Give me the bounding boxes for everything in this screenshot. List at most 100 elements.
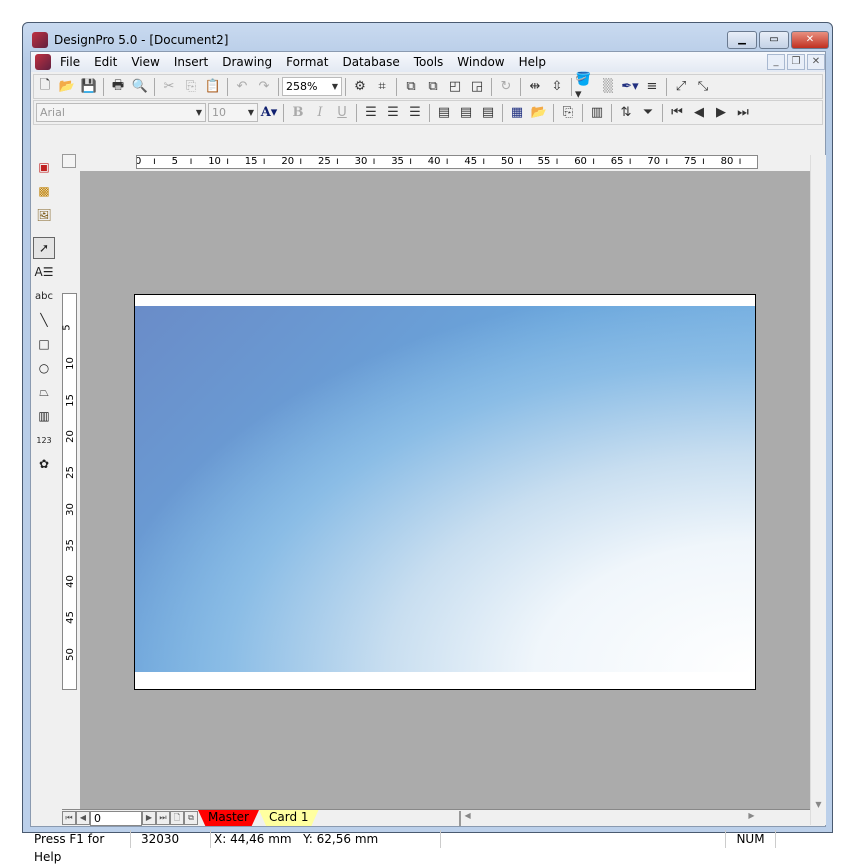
rotate-icon[interactable]: ↻ xyxy=(495,77,517,97)
insert-object-icon[interactable]: ▩ xyxy=(33,180,55,202)
status-bar: Press F1 for Help 32030 X: 44,46 mm Y: 6… xyxy=(31,829,825,864)
maximize-button[interactable]: ▭ xyxy=(759,31,789,49)
polygon-tool-icon[interactable]: ⏢ xyxy=(33,381,55,403)
pattern-icon[interactable]: ▒ xyxy=(597,77,619,97)
chevron-down-icon: ▼ xyxy=(331,82,338,91)
horizontal-scrollbar[interactable]: ◀ ▶ xyxy=(458,810,759,826)
menu-drawing[interactable]: Drawing xyxy=(215,55,279,69)
filter-icon[interactable]: ⏷ xyxy=(637,103,659,123)
mdi-minimize-button[interactable]: _ xyxy=(767,54,785,70)
menu-tools[interactable]: Tools xyxy=(407,55,451,69)
menu-file[interactable]: File xyxy=(53,55,87,69)
record-view-icon[interactable]: ▥ xyxy=(586,103,608,123)
align-center-icon[interactable]: ☰ xyxy=(382,103,404,123)
save-icon[interactable]: 💾 xyxy=(78,77,100,97)
menu-format[interactable]: Format xyxy=(279,55,335,69)
insert-image-icon[interactable]: 🖼 xyxy=(33,204,55,226)
numbering-tool-icon[interactable]: 123 xyxy=(33,429,55,451)
next-page-icon[interactable]: ▶ xyxy=(142,811,156,825)
fill-color-icon[interactable]: 🪣▾ xyxy=(575,72,597,102)
bring-to-front-icon[interactable]: ⧉ xyxy=(400,77,422,97)
line-color-icon[interactable]: ✒▾ xyxy=(619,77,641,97)
lock-size-icon[interactable]: ⤡ xyxy=(692,77,714,97)
font-size-select[interactable]: 10 ▼ xyxy=(208,103,258,122)
print-preview-icon[interactable]: 🔍 xyxy=(129,77,151,97)
ruler-tick: ı xyxy=(262,156,266,167)
align-left-icon[interactable]: ☰ xyxy=(360,103,382,123)
copy-icon[interactable]: ⎘ xyxy=(180,77,202,97)
minimize-button[interactable]: ▁ xyxy=(727,31,757,49)
clipart-tool-icon[interactable]: ✿ xyxy=(33,453,55,475)
first-record-icon[interactable]: ⏮ xyxy=(666,103,688,123)
vertical-scrollbar[interactable]: ▼ xyxy=(810,155,826,825)
curved-text-tool-icon[interactable]: abc xyxy=(33,285,55,307)
close-button[interactable]: ✕ xyxy=(791,31,829,49)
menu-database[interactable]: Database xyxy=(335,55,406,69)
prev-page-icon[interactable]: ◀ xyxy=(76,811,90,825)
flip-horizontal-icon[interactable]: ⇹ xyxy=(524,77,546,97)
crop-icon[interactable]: ⌗ xyxy=(371,77,393,97)
label-page[interactable] xyxy=(134,294,756,690)
last-record-icon[interactable]: ⏭ xyxy=(732,103,754,123)
menu-help[interactable]: Help xyxy=(512,55,553,69)
underline-button[interactable]: U xyxy=(331,103,353,123)
tab-card-1[interactable]: Card 1 xyxy=(258,810,319,826)
doc-icon[interactable] xyxy=(35,54,51,70)
duplicate-page-icon[interactable]: ⧉ xyxy=(184,811,198,825)
valign-bottom-icon[interactable]: ▤ xyxy=(477,103,499,123)
italic-button[interactable]: I xyxy=(309,103,331,123)
prev-record-icon[interactable]: ◀ xyxy=(688,103,710,123)
fit-icon[interactable]: ⤢ xyxy=(670,77,692,97)
line-style-icon[interactable]: ≡ xyxy=(641,77,663,97)
barcode-tool-icon[interactable]: ▥ xyxy=(33,405,55,427)
mdi-close-button[interactable]: ✕ xyxy=(807,54,825,70)
menu-view[interactable]: View xyxy=(124,55,166,69)
first-page-icon[interactable]: ⏮ xyxy=(62,811,76,825)
valign-middle-icon[interactable]: ▤ xyxy=(455,103,477,123)
bold-button[interactable]: B xyxy=(287,103,309,123)
scroll-down-icon[interactable]: ▼ xyxy=(811,800,826,809)
cut-icon[interactable]: ✂ xyxy=(158,77,180,97)
background-image[interactable] xyxy=(135,306,755,672)
text-tool-icon[interactable]: A☰ xyxy=(33,261,55,283)
menu-insert[interactable]: Insert xyxy=(167,55,215,69)
menu-edit[interactable]: Edit xyxy=(87,55,124,69)
open-icon[interactable]: 📂 xyxy=(56,77,78,97)
send-to-back-icon[interactable]: ⧉ xyxy=(422,77,444,97)
sort-icon[interactable]: ⇅ xyxy=(615,103,637,123)
flip-vertical-icon[interactable]: ⇳ xyxy=(546,77,568,97)
line-tool-icon[interactable]: ╲ xyxy=(33,309,55,331)
align-right-icon[interactable]: ☰ xyxy=(404,103,426,123)
valign-top-icon[interactable]: ▤ xyxy=(433,103,455,123)
select-tool-icon[interactable]: ➚ xyxy=(33,237,55,259)
ruler-tick-label: 45 xyxy=(64,611,76,625)
properties-icon[interactable]: ⚙ xyxy=(349,77,371,97)
mdi-restore-button[interactable]: ❐ xyxy=(787,54,805,70)
zoom-select[interactable]: 258% ▼ xyxy=(282,77,342,96)
redo-icon[interactable]: ↷ xyxy=(253,77,275,97)
font-color-button[interactable]: A ▾ xyxy=(258,103,280,123)
rectangle-tool-icon[interactable]: □ xyxy=(33,333,55,355)
new-database-icon[interactable]: ▦ xyxy=(506,103,528,123)
add-page-icon[interactable]: 🗋 xyxy=(170,811,184,825)
ruler-tick-label: 8 xyxy=(757,156,758,167)
send-backward-icon[interactable]: ◲ xyxy=(466,77,488,97)
menu-window[interactable]: Window xyxy=(450,55,511,69)
tab-master[interactable]: Master xyxy=(198,810,259,826)
design-canvas[interactable] xyxy=(80,171,810,809)
last-page-icon[interactable]: ⏭ xyxy=(156,811,170,825)
ruler-tick: ı xyxy=(189,156,193,167)
next-record-icon[interactable]: ▶ xyxy=(710,103,732,123)
open-database-icon[interactable]: 📂 xyxy=(528,103,550,123)
layers-icon[interactable]: ▣ xyxy=(33,156,55,178)
page-number-input[interactable]: 0 xyxy=(90,810,142,826)
menu-bar: File Edit View Insert Drawing Format Dat… xyxy=(31,52,825,72)
undo-icon[interactable]: ↶ xyxy=(231,77,253,97)
ellipse-tool-icon[interactable]: ○ xyxy=(33,357,55,379)
font-select[interactable]: Arial ▼ xyxy=(36,103,206,122)
merge-field-icon[interactable]: ⎘ xyxy=(557,103,579,123)
paste-icon[interactable]: 📋 xyxy=(202,77,224,97)
bring-forward-icon[interactable]: ◰ xyxy=(444,77,466,97)
print-icon[interactable]: 🖶 xyxy=(107,77,129,97)
new-icon[interactable]: 🗋 xyxy=(34,77,56,97)
